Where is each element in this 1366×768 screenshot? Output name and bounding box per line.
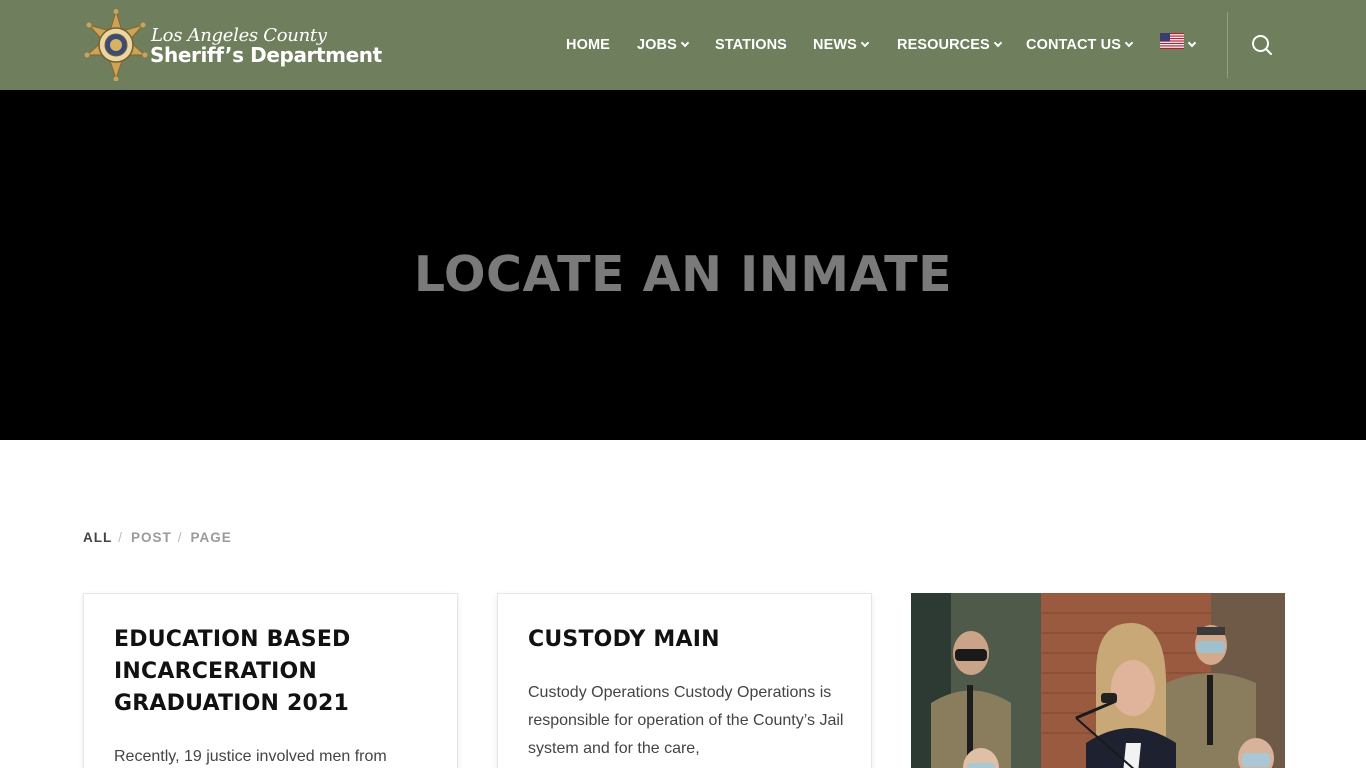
card-excerpt: Custody Operations Custody Operations is… bbox=[528, 684, 844, 757]
result-card[interactable]: EDUCATION BASED INCARCERATION GRADUATION… bbox=[83, 593, 458, 768]
post-type-filter: ALL / POST / PAGE bbox=[83, 528, 232, 546]
language-chevron-down-icon[interactable] bbox=[1187, 38, 1197, 48]
logo-department-text: Sheriff’s Department bbox=[150, 43, 382, 67]
card-title[interactable]: CUSTODY MAIN bbox=[528, 624, 848, 656]
nav-stations-label: STATIONS bbox=[715, 37, 787, 53]
nav-contact-us-label: CONTACT US bbox=[1026, 37, 1121, 53]
page-title: LOCATE AN INMATE bbox=[413, 246, 953, 303]
chevron-down-icon bbox=[1124, 38, 1134, 48]
filter-post[interactable]: POST bbox=[131, 530, 172, 545]
site-header: Los Angeles County Sheriff’s Department … bbox=[0, 0, 1366, 90]
us-flag-icon[interactable] bbox=[1160, 33, 1184, 49]
nav-contact-us[interactable]: CONTACT US bbox=[1026, 36, 1134, 54]
nav-jobs[interactable]: JOBS bbox=[637, 36, 690, 54]
chevron-down-icon bbox=[860, 38, 870, 48]
filter-all[interactable]: ALL bbox=[83, 530, 112, 545]
card-excerpt: Recently, 19 justice involved men from bbox=[114, 748, 387, 765]
filter-separator: / bbox=[118, 529, 124, 545]
site-logo[interactable]: Los Angeles County Sheriff’s Department bbox=[83, 9, 443, 81]
nav-home-label: HOME bbox=[566, 37, 610, 53]
result-card-image[interactable] bbox=[911, 593, 1285, 768]
nav-resources-label: RESOURCES bbox=[897, 37, 990, 53]
sheriff-badge-icon bbox=[84, 9, 148, 81]
speaker-photo bbox=[911, 593, 1285, 768]
chevron-down-icon bbox=[993, 38, 1002, 48]
nav-news-label: NEWS bbox=[813, 37, 857, 53]
result-card[interactable]: CUSTODY MAIN Custody Operations Custody … bbox=[497, 593, 872, 768]
filter-page[interactable]: PAGE bbox=[191, 530, 232, 545]
nav-news[interactable]: NEWS bbox=[813, 36, 870, 54]
nav-home[interactable]: HOME bbox=[566, 36, 610, 54]
nav-resources[interactable]: RESOURCES bbox=[897, 36, 1002, 54]
nav-jobs-label: JOBS bbox=[637, 37, 677, 53]
hero-banner: LOCATE AN INMATE bbox=[0, 90, 1366, 440]
nav-stations[interactable]: STATIONS bbox=[715, 36, 787, 54]
header-divider bbox=[1227, 12, 1228, 78]
search-icon[interactable] bbox=[1250, 33, 1274, 57]
chevron-down-icon bbox=[680, 38, 690, 48]
card-title[interactable]: EDUCATION BASED INCARCERATION GRADUATION… bbox=[114, 624, 434, 720]
filter-separator: / bbox=[177, 529, 183, 545]
